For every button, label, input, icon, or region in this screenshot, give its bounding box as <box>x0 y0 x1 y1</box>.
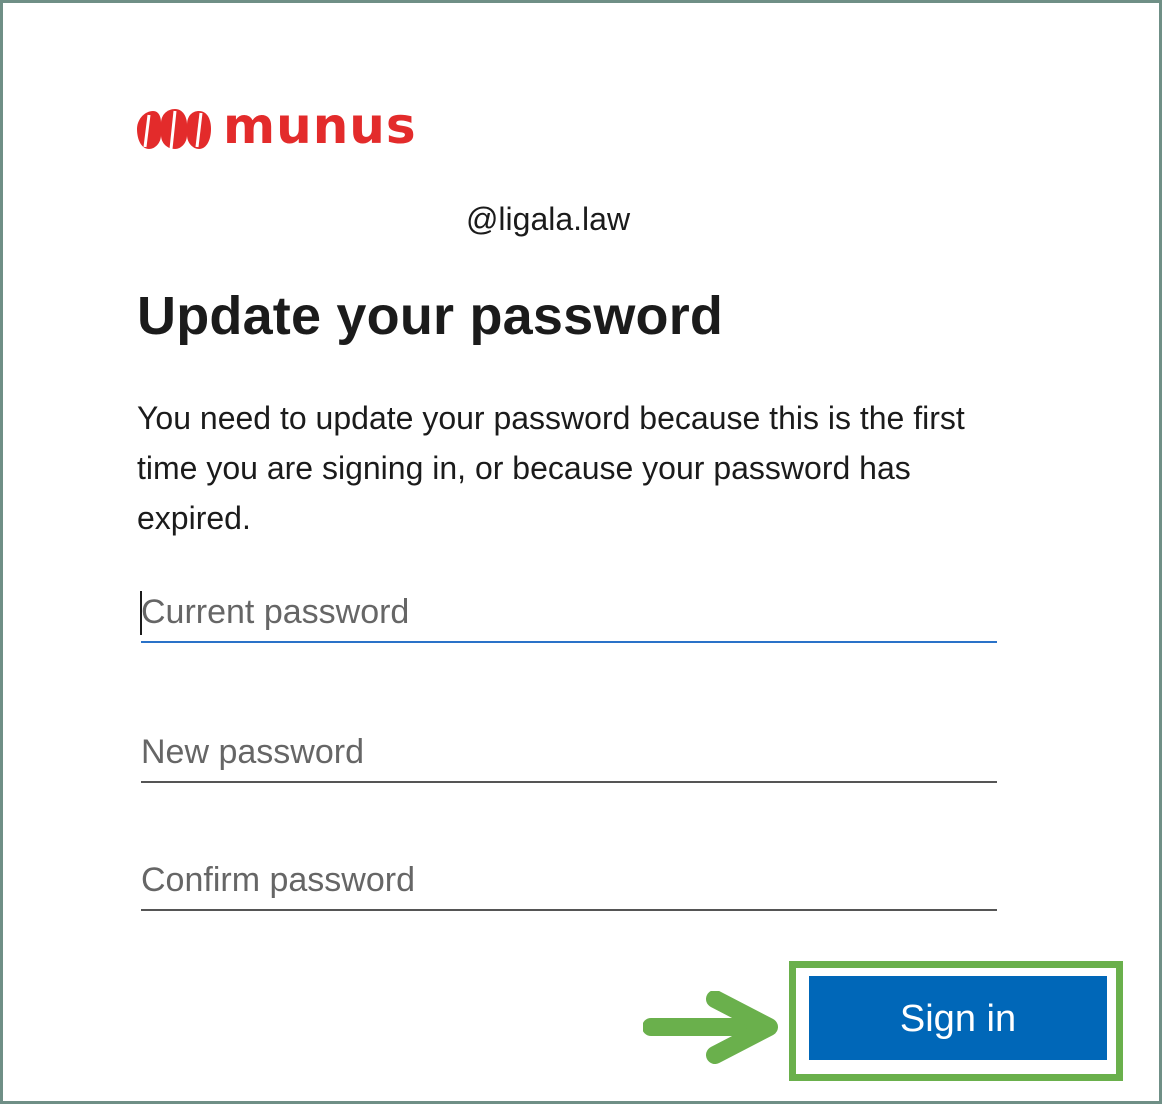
sign-in-panel: munus @ligala.law Update your password Y… <box>0 0 1162 1104</box>
brand-logo: munus <box>135 97 417 157</box>
brand-name: munus <box>223 97 417 155</box>
page-description: You need to update your password because… <box>137 400 965 536</box>
page-title: Update your password <box>137 286 724 346</box>
new-password-field[interactable] <box>141 723 997 783</box>
text-caret <box>140 591 142 635</box>
sign-in-button[interactable]: Sign in <box>809 976 1107 1060</box>
munus-logo-icon <box>137 109 211 150</box>
right-arrow-icon <box>643 991 778 1064</box>
account-identity: @ligala.law <box>465 201 631 237</box>
confirm-password-field[interactable] <box>141 851 997 911</box>
current-password-field[interactable] <box>141 583 997 643</box>
